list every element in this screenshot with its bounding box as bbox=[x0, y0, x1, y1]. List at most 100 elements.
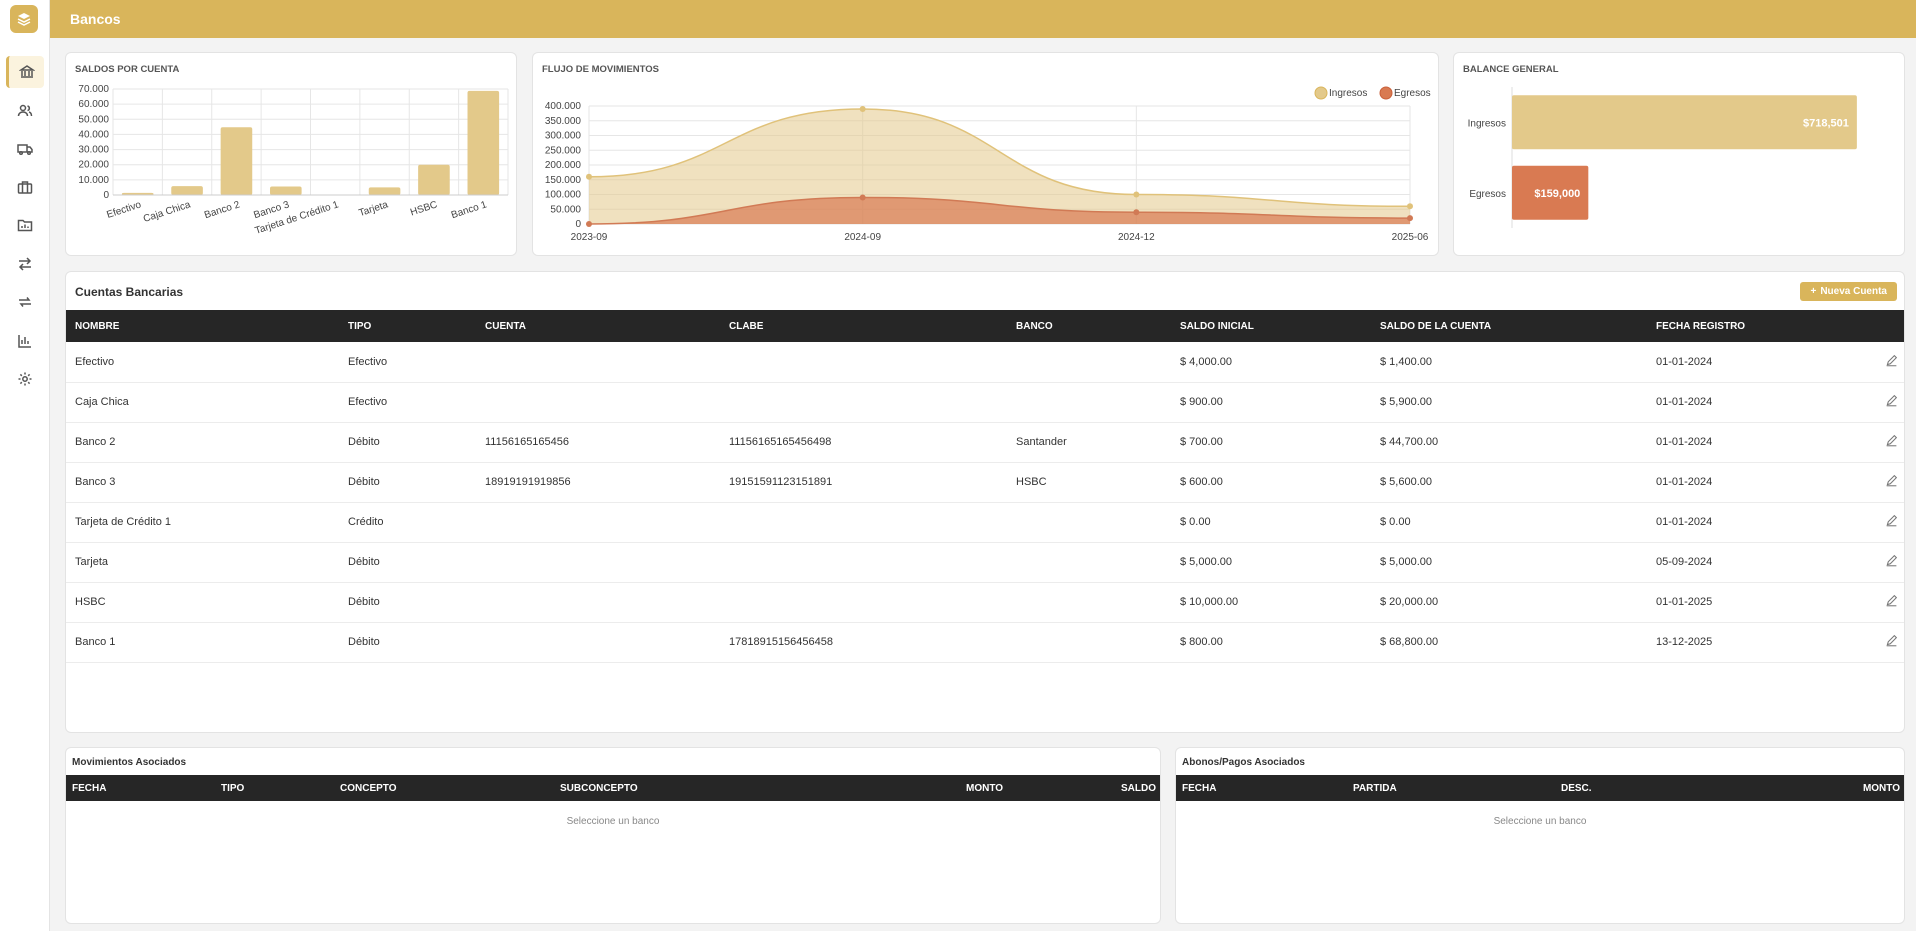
egresos-point bbox=[859, 194, 866, 201]
cell-tipo: Débito bbox=[339, 582, 476, 623]
truck-icon bbox=[17, 144, 33, 156]
col-cuenta[interactable]: CUENTA bbox=[476, 310, 720, 342]
egresos-point bbox=[1407, 215, 1413, 222]
nav-bancos[interactable] bbox=[6, 56, 44, 88]
col-fecha-registro[interactable]: FECHA REGISTRO bbox=[1647, 310, 1857, 342]
abonos-title: Abonos/Pagos Asociados bbox=[1182, 757, 1305, 768]
y-tick-label: 30.000 bbox=[78, 145, 109, 156]
saldos-chart: 0 10.000 20.000 30.000 40.000 50.000 60.000 70.… bbox=[78, 84, 509, 237]
nav-empresa[interactable] bbox=[6, 171, 44, 203]
ingresos-point bbox=[859, 105, 866, 112]
nav-transferencias[interactable] bbox=[6, 248, 44, 280]
cell-clabe bbox=[720, 582, 1007, 623]
table-row[interactable]: Banco 2 Débito 11156165165456 1115616516545… bbox=[66, 422, 1904, 463]
table-row[interactable]: Tarjeta de Crédito 1 Crédito $ 0.00 $ 0.00 0… bbox=[66, 502, 1904, 543]
sidebar bbox=[0, 0, 50, 931]
abo-col-desc[interactable]: DESC. bbox=[1561, 783, 1592, 794]
mov-col-fecha[interactable]: FECHA bbox=[72, 783, 106, 794]
y-tick-label: 400.000 bbox=[545, 101, 582, 112]
mov-col-concepto[interactable]: CONCEPTO bbox=[340, 783, 397, 794]
users-icon bbox=[17, 104, 33, 117]
mov-col-saldo[interactable]: SALDO bbox=[1121, 783, 1156, 794]
app-logo[interactable] bbox=[10, 5, 38, 33]
movimientos-empty-message: Seleccione un banco bbox=[566, 816, 660, 827]
mov-col-monto[interactable]: MONTO bbox=[966, 783, 1003, 794]
abonos-card: Abonos/Pagos Asociados FECHA PARTIDA DES… bbox=[1175, 747, 1905, 924]
movimientos-card: Movimientos Asociados FECHA TIPO CONCEPT… bbox=[65, 747, 1161, 924]
x-tick-label: 2024-12 bbox=[1118, 232, 1155, 243]
accounts-title: Cuentas Bancarias bbox=[75, 285, 184, 299]
col-saldo-cuenta[interactable]: SALDO DE LA CUENTA bbox=[1371, 310, 1647, 342]
table-row[interactable]: Banco 1 Débito 17818915156456458 $ 800.00 $ … bbox=[66, 622, 1904, 663]
top-bar: Bancos bbox=[50, 0, 1916, 38]
saldos-chart-card: SALDOS POR CUENTA 0 10.000 20.000 30.000 40.… bbox=[65, 52, 517, 256]
plus-icon: + bbox=[1810, 286, 1817, 297]
cell-nombre: HSBC bbox=[66, 582, 339, 623]
col-nombre[interactable]: NOMBRE bbox=[66, 310, 339, 342]
bar bbox=[220, 127, 253, 195]
nav-configuracion[interactable] bbox=[6, 363, 44, 395]
abo-col-fecha[interactable]: FECHA bbox=[1182, 783, 1216, 794]
edit-icon[interactable] bbox=[1885, 394, 1898, 407]
cell-saldo-inicial: $ 4,000.00 bbox=[1171, 342, 1371, 383]
edit-icon[interactable] bbox=[1885, 354, 1898, 367]
table-row[interactable]: Tarjeta Débito $ 5,000.00 $ 5,000.00 05-09-2… bbox=[66, 542, 1904, 583]
y-tick-label: 0 bbox=[103, 190, 109, 201]
cell-nombre: Efectivo bbox=[66, 342, 339, 383]
cell-banco: HSBC bbox=[1007, 462, 1171, 503]
abo-col-monto[interactable]: MONTO bbox=[1863, 783, 1900, 794]
nav-estadisticas[interactable] bbox=[6, 325, 44, 357]
repeat-icon bbox=[19, 297, 31, 307]
bar bbox=[171, 186, 203, 195]
cell-banco bbox=[1007, 342, 1171, 383]
bank-icon bbox=[18, 65, 35, 78]
edit-icon[interactable] bbox=[1885, 514, 1898, 527]
cell-clabe: 11156165165456498 bbox=[720, 422, 1007, 463]
cell-saldo-inicial: $ 600.00 bbox=[1171, 462, 1371, 503]
cell-fecha-registro: 13-12-2025 bbox=[1647, 622, 1857, 663]
briefcase-icon bbox=[17, 181, 33, 194]
col-tipo[interactable]: TIPO bbox=[339, 310, 476, 342]
y-tick-label: 150.000 bbox=[545, 175, 582, 186]
folder-chart-icon bbox=[17, 219, 33, 232]
col-clabe[interactable]: CLABE bbox=[720, 310, 1007, 342]
egresos-point bbox=[586, 221, 592, 227]
edit-icon[interactable] bbox=[1885, 474, 1898, 487]
col-banco[interactable]: BANCO bbox=[1007, 310, 1171, 342]
mov-col-tipo[interactable]: TIPO bbox=[221, 783, 244, 794]
nav-reportes-carpeta[interactable] bbox=[6, 209, 44, 241]
table-row[interactable]: HSBC Débito $ 10,000.00 $ 20,000.00 01-01-20… bbox=[66, 582, 1904, 623]
table-row[interactable]: Caja Chica Efectivo $ 900.00 $ 5,900.00 01-0… bbox=[66, 382, 1904, 423]
cell-saldo-inicial: $ 700.00 bbox=[1171, 422, 1371, 463]
nav-clientes[interactable] bbox=[6, 95, 44, 127]
layers-icon bbox=[17, 13, 31, 26]
cell-cuenta bbox=[476, 342, 720, 383]
ingresos-point bbox=[586, 173, 592, 180]
y-tick-label: 70.000 bbox=[78, 84, 109, 95]
cell-nombre: Caja Chica bbox=[66, 382, 339, 423]
legend-ingresos-label: Ingresos bbox=[1329, 88, 1367, 99]
cell-saldo-cuenta: $ 68,800.00 bbox=[1371, 622, 1647, 663]
y-tick-label: 40.000 bbox=[78, 129, 109, 140]
table-row[interactable]: Efectivo Efectivo $ 4,000.00 $ 1,400.00 01-0… bbox=[66, 342, 1904, 383]
edit-icon[interactable] bbox=[1885, 594, 1898, 607]
mov-col-subconcepto[interactable]: SUBCONCEPTO bbox=[560, 783, 638, 794]
nav-movimientos[interactable] bbox=[6, 286, 44, 318]
x-tick-label: Banco 1 bbox=[450, 199, 489, 221]
edit-icon[interactable] bbox=[1885, 634, 1898, 647]
y-tick-label: 200.000 bbox=[545, 160, 582, 171]
cell-clabe: 19151591123151891 bbox=[720, 462, 1007, 503]
edit-icon[interactable] bbox=[1885, 434, 1898, 447]
table-row[interactable]: Banco 3 Débito 18919191919856 1915159112315… bbox=[66, 462, 1904, 503]
abo-col-partida[interactable]: PARTIDA bbox=[1353, 783, 1397, 794]
nav-proveedores[interactable] bbox=[6, 133, 44, 165]
cell-banco: Santander bbox=[1007, 422, 1171, 463]
y-tick-label: 50.000 bbox=[78, 114, 109, 125]
new-account-button[interactable]: + Nueva Cuenta bbox=[1800, 282, 1897, 301]
egresos-bar-label: $159,000 bbox=[1534, 188, 1580, 200]
cell-tipo: Débito bbox=[339, 422, 476, 463]
ingresos-point bbox=[1407, 203, 1413, 210]
edit-icon[interactable] bbox=[1885, 554, 1898, 567]
cell-nombre: Banco 2 bbox=[66, 422, 339, 463]
col-saldo-inicial[interactable]: SALDO INICIAL bbox=[1171, 310, 1371, 342]
